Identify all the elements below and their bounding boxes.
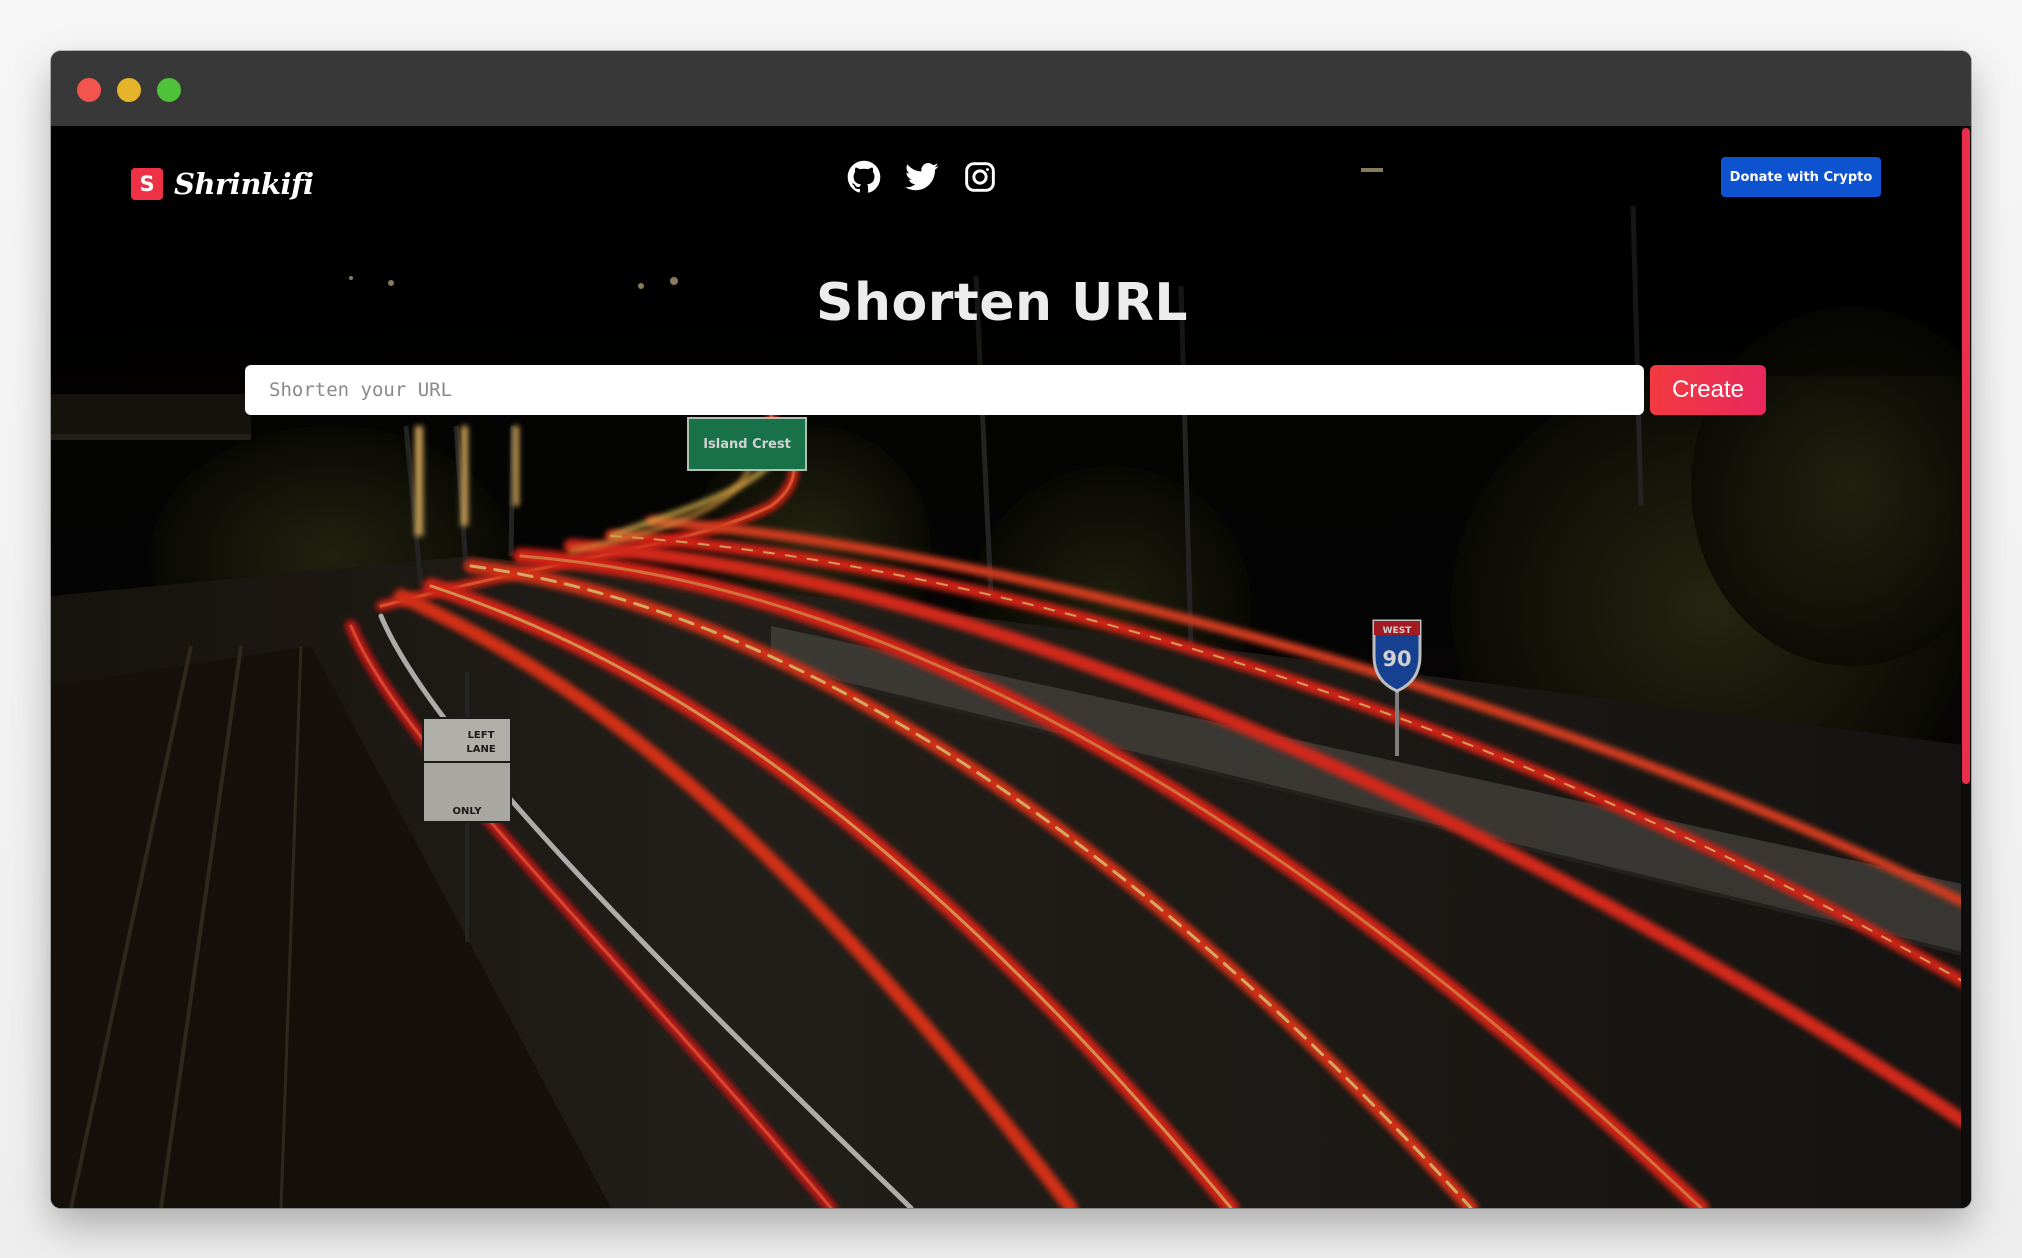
minimize-window-button[interactable] bbox=[117, 78, 141, 102]
page-title: Shorten URL bbox=[816, 272, 1188, 333]
create-button[interactable]: Create bbox=[1650, 365, 1766, 415]
social-links bbox=[847, 160, 997, 194]
twitter-icon[interactable] bbox=[905, 160, 939, 194]
scrollbar-thumb[interactable] bbox=[1962, 128, 1970, 784]
shorten-url-form: Create bbox=[245, 365, 1766, 415]
donate-with-crypto-button[interactable]: Donate with Crypto bbox=[1721, 157, 1881, 197]
page-viewport: Island Crest WEST 90 LEFT LANE ONLY S Sh… bbox=[51, 126, 1971, 1208]
close-window-button[interactable] bbox=[77, 78, 101, 102]
maximize-window-button[interactable] bbox=[157, 78, 181, 102]
window-titlebar bbox=[51, 51, 1971, 127]
page-scrollbar[interactable] bbox=[1961, 126, 1971, 1208]
brand-name: Shrinkifi bbox=[174, 167, 314, 201]
url-input[interactable] bbox=[245, 365, 1644, 415]
browser-window: Island Crest WEST 90 LEFT LANE ONLY S Sh… bbox=[51, 51, 1971, 1208]
desktop-background: Island Crest WEST 90 LEFT LANE ONLY S Sh… bbox=[0, 0, 2022, 1258]
brand-badge-icon: S bbox=[131, 168, 163, 200]
instagram-icon[interactable] bbox=[963, 160, 997, 194]
brand-logo[interactable]: S Shrinkifi bbox=[131, 164, 314, 204]
github-icon[interactable] bbox=[847, 160, 881, 194]
